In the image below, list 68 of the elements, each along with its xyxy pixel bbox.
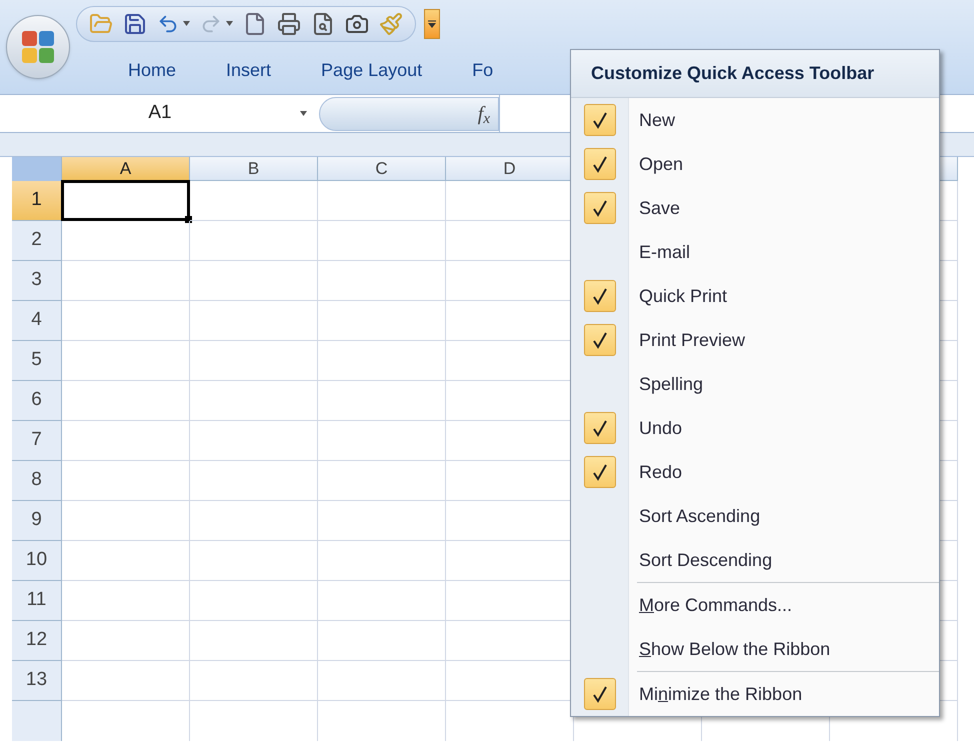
menu-item-label: Minimize the Ribbon [639, 682, 802, 706]
menu-item-label: Quick Print [639, 284, 728, 308]
print-icon[interactable] [277, 12, 301, 36]
dropdown-arrow-icon[interactable] [226, 21, 233, 26]
menu-title: Customize Quick Access Toolbar [571, 50, 939, 98]
column-header[interactable]: B [190, 157, 318, 181]
menu-item[interactable]: Quick Print [571, 274, 939, 318]
menu-item[interactable]: More Commands... [571, 583, 939, 627]
row-header[interactable]: 8 [12, 461, 62, 501]
ribbon-tab[interactable]: Home [128, 57, 176, 84]
row-header[interactable]: 4 [12, 301, 62, 341]
menu-item-label: More Commands... [639, 594, 792, 616]
row-header[interactable]: 1 [12, 181, 62, 221]
menu-item[interactable]: Redo [571, 450, 939, 494]
menu-item[interactable]: Save [571, 186, 939, 230]
select-all-corner[interactable] [12, 157, 62, 181]
menu-item-label: Print Preview [639, 328, 746, 352]
ribbon-tab[interactable]: Page Layout [321, 57, 422, 84]
row-header[interactable]: 9 [12, 501, 62, 541]
row-header[interactable]: 11 [12, 581, 62, 621]
menu-item-label: Show Below the Ribbon [639, 638, 830, 660]
dropdown-arrow-icon[interactable] [183, 21, 190, 26]
dropdown-arrow-icon[interactable] [300, 111, 307, 116]
row-header[interactable]: 6 [12, 381, 62, 421]
menu-item[interactable]: Sort Ascending [571, 494, 939, 538]
menu-item[interactable]: Minimize the Ribbon [571, 672, 939, 716]
ribbon-tab[interactable]: Fo [472, 57, 494, 84]
logo-icon [21, 30, 55, 64]
menu-item-label: Undo [639, 416, 682, 440]
menu-item-label: Spelling [639, 372, 704, 396]
menu-item[interactable]: E-mail [571, 230, 939, 274]
menu-item[interactable]: Spelling [571, 362, 939, 406]
row-header[interactable]: 7 [12, 421, 62, 461]
customize-toolbar-button[interactable] [424, 8, 440, 39]
menu-item[interactable]: Open [571, 142, 939, 186]
row-header[interactable]: 10 [12, 541, 62, 581]
menu-item-label: Sort Ascending [639, 504, 760, 528]
menu-item-label: Redo [639, 460, 682, 484]
brush-icon[interactable] [379, 12, 403, 36]
redo-icon [200, 12, 222, 35]
caret-icon [428, 20, 436, 28]
name-box[interactable]: A1 [0, 95, 300, 132]
row-header[interactable] [12, 701, 62, 741]
ribbon-tab[interactable]: Insert [226, 57, 272, 84]
row-header[interactable]: 3 [12, 261, 62, 301]
new-document-icon[interactable] [243, 12, 267, 36]
column-header[interactable]: C [318, 157, 446, 181]
folder-icon[interactable] [89, 12, 113, 36]
save-icon[interactable] [123, 12, 147, 36]
menu-item[interactable]: Undo [571, 406, 939, 450]
menu-item[interactable]: Show Below the Ribbon [571, 627, 939, 671]
row-header[interactable]: 12 [12, 621, 62, 661]
row-header[interactable]: 5 [12, 341, 62, 381]
menu-item-label: Open [639, 152, 684, 176]
row-header[interactable]: 13 [12, 661, 62, 701]
insert-function-button[interactable]: f$_{x}$ [478, 98, 490, 128]
menu-item[interactable]: Sort Descending [571, 538, 939, 582]
office-button[interactable] [6, 15, 70, 79]
print-preview-icon[interactable] [311, 12, 335, 36]
column-header[interactable]: A [62, 157, 190, 181]
menu-item-label: Save [639, 196, 680, 220]
undo-icon[interactable] [157, 12, 179, 35]
menu-item-label: E-mail [639, 240, 690, 264]
menu-item-label: New [639, 108, 676, 132]
row-header[interactable]: 2 [12, 221, 62, 261]
menu-item[interactable]: Print Preview [571, 318, 939, 362]
menu-item-label: Sort Descending [639, 548, 772, 572]
menu-item[interactable]: New [571, 98, 939, 142]
